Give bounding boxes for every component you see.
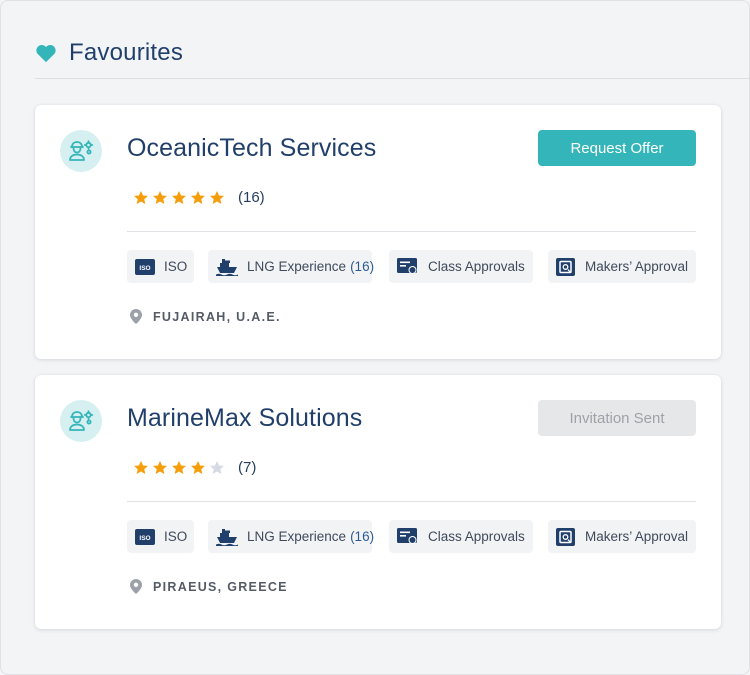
company-name[interactable]: MarineMax Solutions <box>127 403 362 433</box>
svg-text:ISO: ISO <box>139 535 150 542</box>
iso-icon: ISO <box>135 528 155 545</box>
star-filled-icon <box>191 191 205 204</box>
engineer-icon <box>69 140 94 161</box>
star-filled-icon <box>191 461 205 474</box>
location: PIRAEUS, GREECE <box>130 579 288 594</box>
badge-iso: ISO ISO <box>127 520 194 553</box>
avatar <box>60 400 102 442</box>
star-filled-icon <box>134 461 148 474</box>
engineer-icon <box>69 410 94 431</box>
badge-makers-approval: Makers’ Approval <box>548 250 696 283</box>
divider <box>127 501 696 502</box>
certificate-icon <box>397 257 417 274</box>
invitation-sent-button: Invitation Sent <box>538 400 696 436</box>
supplier-card: MarineMax Solutions Invitation Sent (7) … <box>35 375 721 629</box>
badge-makers-approval: Makers’ Approval <box>548 520 696 553</box>
avatar <box>60 130 102 172</box>
rating-count: (16) <box>238 189 265 206</box>
request-offer-button[interactable]: Request Offer <box>538 130 696 166</box>
star-filled-icon <box>210 191 224 204</box>
favourites-header: Favourites <box>35 39 750 79</box>
star-filled-icon <box>153 461 167 474</box>
star-rating: (7) <box>133 459 256 477</box>
location-pin-icon <box>130 309 142 324</box>
star-filled-icon <box>172 191 186 204</box>
certificate-icon <box>397 527 417 544</box>
star-filled-icon <box>134 191 148 204</box>
lng-experience-count: (16) <box>350 529 375 544</box>
heart-icon <box>36 45 56 63</box>
iso-icon: ISO <box>135 258 155 275</box>
lng-ship-icon <box>216 258 238 276</box>
approval-stamp-icon <box>556 257 575 276</box>
divider <box>127 231 696 232</box>
rating-count: (7) <box>238 459 257 476</box>
lng-ship-icon <box>216 528 238 546</box>
svg-text:ISO: ISO <box>139 265 150 272</box>
approval-stamp-icon <box>556 527 575 546</box>
supplier-card: OceanicTech Services Request Offer (16) … <box>35 105 721 359</box>
badge-lng-experience: LNG Experience (16) <box>208 520 375 553</box>
location: FUJAIRAH, U.A.E. <box>130 309 281 324</box>
star-filled-icon <box>153 191 167 204</box>
location-text: FUJAIRAH, U.A.E. <box>153 309 281 324</box>
badge-class-approvals: Class Approvals <box>389 250 533 283</box>
page-title: Favourites <box>69 39 184 66</box>
company-name[interactable]: OceanicTech Services <box>127 133 376 163</box>
favourites-panel: Favourites OceanicTech Services Request … <box>0 0 750 675</box>
badge-class-approvals: Class Approvals <box>389 520 533 553</box>
badge-lng-experience: LNG Experience (16) <box>208 250 375 283</box>
lng-experience-count: (16) <box>350 259 375 274</box>
location-text: PIRAEUS, GREECE <box>153 579 288 594</box>
location-pin-icon <box>130 579 142 594</box>
star-filled-icon <box>172 461 186 474</box>
star-rating: (16) <box>133 189 265 207</box>
badge-iso: ISO ISO <box>127 250 194 283</box>
star-empty-icon <box>210 461 224 474</box>
